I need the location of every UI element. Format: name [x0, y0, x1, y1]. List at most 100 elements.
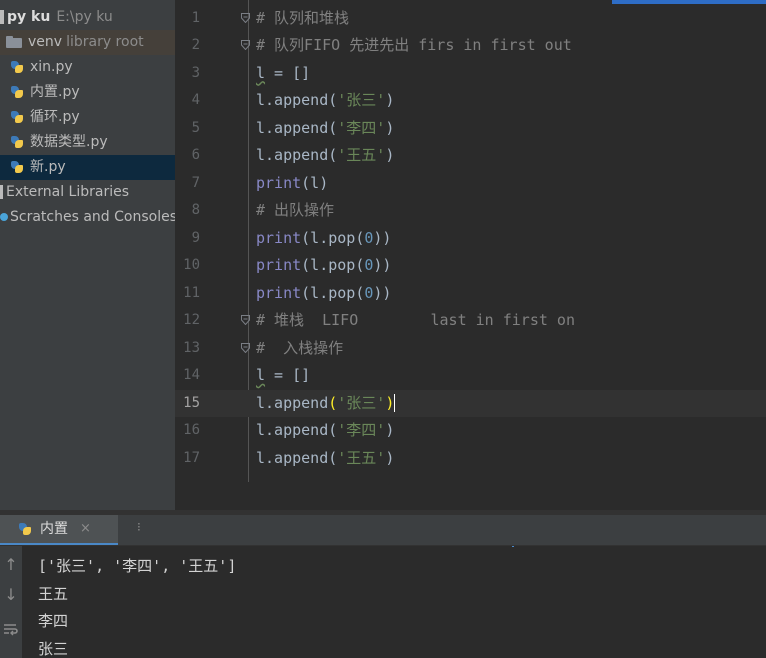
code-text: l.append('王五')	[256, 445, 394, 473]
code-line[interactable]: 10 print(l.pop(0))	[175, 252, 766, 280]
code-token: l.append(	[256, 421, 338, 439]
folder-icon	[6, 36, 22, 48]
code-token: ))	[373, 283, 392, 302]
library-icon	[0, 185, 3, 199]
code-text: l.append('王五')	[256, 142, 394, 170]
code-token: )	[385, 393, 395, 412]
code-token: '李四'	[337, 118, 386, 137]
line-number: 7	[191, 174, 200, 191]
fold-icon[interactable]	[241, 342, 250, 353]
line-number: 13	[183, 339, 200, 356]
code-token: (l.pop(	[301, 283, 365, 302]
tree-project-root[interactable]: py ku E:\py ku	[0, 5, 175, 30]
line-number: 17	[183, 449, 200, 466]
code-line[interactable]: 13 # 入栈操作	[175, 335, 766, 363]
code-token: '张三'	[337, 393, 386, 412]
tree-item-label: 数据类型.py	[30, 134, 108, 150]
code-token: print	[256, 283, 302, 302]
code-text: # 出队操作	[256, 197, 334, 225]
code-token: )	[385, 91, 395, 109]
fold-icon[interactable]	[241, 315, 250, 325]
text-caret	[394, 394, 396, 412]
line-number: 16	[183, 422, 200, 438]
run-console-output[interactable]: ['张三', '李四', '王五'] 王五 李四 张三	[22, 546, 766, 658]
tree-item-label: External Libraries	[6, 184, 129, 200]
code-line[interactable]: 7 print(l)	[175, 170, 766, 198]
run-toolbar: ↑ ↓	[0, 546, 22, 658]
code-line[interactable]: 4 l.append('张三')	[175, 87, 766, 115]
tree-item-xunhuan-py[interactable]: 循环.py	[0, 105, 175, 130]
code-line[interactable]: 9 print(l.pop(0))	[175, 225, 766, 253]
code-text: # 入栈操作	[256, 335, 343, 363]
tree-item-scratches[interactable]: Scratches and Consoles	[0, 205, 175, 230]
tree-item-xin-py[interactable]: xin.py	[0, 55, 175, 80]
code-token: )	[385, 421, 395, 439]
code-token: l	[256, 63, 266, 82]
tree-item-neizhi-py[interactable]: 内置.py	[0, 80, 175, 105]
fold-icon[interactable]	[241, 12, 250, 23]
code-token: l.append	[256, 393, 329, 412]
code-line[interactable]: 3 l = []	[175, 60, 766, 88]
code-line[interactable]: 1 # 队列和堆栈	[175, 5, 766, 33]
code-line[interactable]: 6 l.append('王五')	[175, 142, 766, 170]
arrow-up-icon[interactable]: ↑	[0, 554, 22, 576]
code-line[interactable]: 16 l.append('李四')	[175, 417, 766, 445]
arrow-down-icon[interactable]: ↓	[0, 584, 22, 606]
code-line[interactable]: 5 l.append('李四')	[175, 115, 766, 143]
active-tab-underline	[0, 543, 118, 545]
code-text: print(l.pop(0))	[256, 252, 391, 280]
code-token: # 堆栈 LIFO last in first on	[256, 311, 575, 329]
tree-item-label: Scratches and Consoles	[10, 209, 175, 225]
code-token: = []	[265, 366, 311, 384]
code-line[interactable]: 8 # 出队操作	[175, 197, 766, 225]
python-file-icon	[10, 160, 24, 174]
editor-bottom-strip	[175, 482, 766, 510]
output-line: 张三	[38, 640, 69, 658]
output-line: 王五	[38, 585, 69, 603]
tree-item-shujuleixing-py[interactable]: 数据类型.py	[0, 130, 175, 155]
tree-item-external-libraries[interactable]: External Libraries	[0, 180, 175, 205]
scratches-icon	[0, 213, 8, 221]
code-token: ))	[373, 256, 392, 274]
tree-item-xin-cn-py[interactable]: 新.py	[0, 155, 175, 180]
line-number: 1	[191, 9, 200, 26]
code-token: print	[256, 256, 302, 274]
python-file-icon	[10, 60, 24, 74]
code-token: l.append(	[256, 448, 338, 467]
code-token: (l.pop(	[301, 228, 365, 247]
code-token: (l)	[301, 173, 329, 192]
code-token: (l.pop(	[301, 256, 365, 274]
code-line[interactable]: 12 # 堆栈 LIFO last in first on	[175, 307, 766, 335]
code-line[interactable]: 15 l.append('张三')	[175, 389, 766, 418]
code-token: # 队列FIFO 先进先出 firs in first out	[256, 36, 572, 54]
code-line[interactable]: 14 l = []	[175, 362, 766, 390]
line-number: 4	[191, 92, 200, 108]
close-icon[interactable]: ×	[80, 515, 91, 543]
code-text: print(l.pop(0))	[256, 225, 391, 253]
code-token: ))	[373, 228, 392, 247]
run-tab-label: 内置	[40, 521, 68, 537]
project-tool-window: py ku E:\py ku venv library root xin.py 内置…	[0, 0, 175, 510]
code-line[interactable]: 17 l.append('王五')	[175, 445, 766, 473]
code-text: l = []	[256, 362, 310, 390]
code-token: )	[385, 448, 395, 467]
tree-item-label: venv	[28, 34, 63, 50]
code-text: l.append('张三')	[256, 390, 396, 418]
code-text: l = []	[256, 60, 310, 88]
code-text: # 队列和堆栈	[256, 5, 349, 33]
python-file-icon	[10, 110, 24, 124]
code-token: (	[328, 393, 338, 412]
code-text: l.append('张三')	[256, 87, 394, 115]
code-token: # 入栈操作	[256, 338, 344, 357]
code-token: l.append(	[256, 146, 338, 164]
soft-wrap-icon[interactable]	[0, 618, 22, 640]
code-token: '王五'	[337, 448, 386, 467]
fold-icon[interactable]	[241, 40, 250, 50]
run-tab[interactable]: 内置 ×	[0, 515, 118, 545]
code-line[interactable]: 11 print(l.pop(0))	[175, 280, 766, 308]
more-options-icon[interactable]: ⁝	[137, 515, 141, 539]
code-line[interactable]: 2 # 队列FIFO 先进先出 firs in first out	[175, 32, 766, 60]
code-editor[interactable]: 1 # 队列和堆栈 2 # 队列FIFO 先进先出 firs in first out…	[175, 0, 766, 482]
code-token: l	[256, 366, 266, 384]
tree-item-venv[interactable]: venv library root	[0, 30, 175, 55]
